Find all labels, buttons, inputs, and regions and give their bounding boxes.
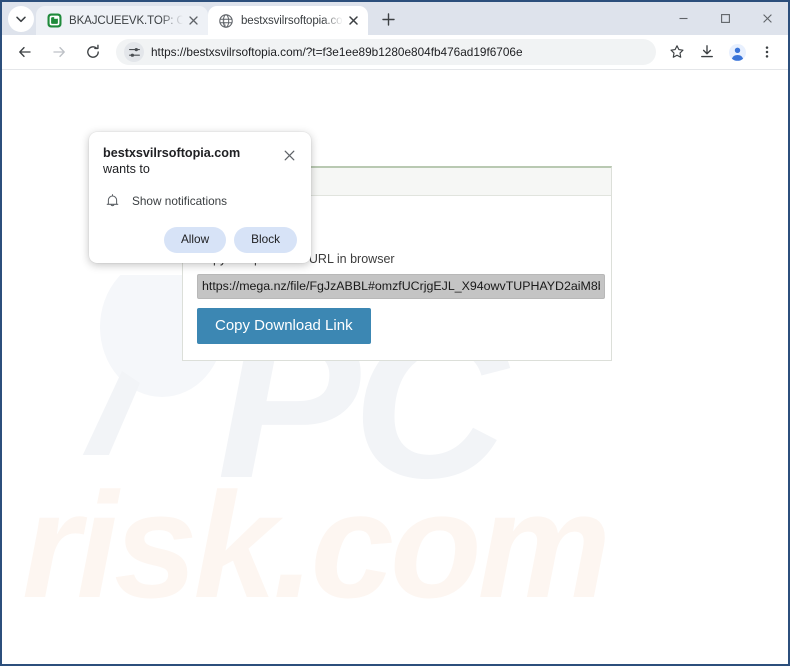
window-controls [662,2,788,35]
tune-icon [128,47,140,57]
person-icon [728,43,746,61]
downloads-button[interactable] [693,38,721,66]
permission-title-suffix: wants to [103,161,150,176]
close-icon [189,16,198,25]
close-icon [762,14,772,23]
permission-title: bestxsvilrsoftopia.com wants to [103,146,281,177]
tab-title: BKAJCUEEVK.TOP: Crypto Casin [69,14,183,27]
tab-title: bestxsvilrsoftopia.com/?t=f3e1e [241,14,343,27]
tab-close-button[interactable] [185,12,202,29]
more-vertical-icon [765,46,769,58]
profile-avatar[interactable] [723,38,751,66]
chrome-menu-button[interactable] [753,38,781,66]
tab-bestxsvilrsoftopia[interactable]: bestxsvilrsoftopia.com/?t=f3e1e [208,6,368,35]
back-button[interactable] [11,38,39,66]
window-maximize-button[interactable] [704,2,746,35]
permission-option-row: Show notifications [103,192,297,210]
copy-download-link-button[interactable]: Copy Download Link [197,307,371,344]
bookmark-button[interactable] [663,38,691,66]
browser-toolbar: https://bestxsvilrsoftopia.com/?t=f3e1ee… [2,35,788,70]
maximize-icon [720,14,730,23]
permission-actions: Allow Block [103,227,297,254]
permission-title-row: bestxsvilrsoftopia.com wants to [103,146,297,177]
tab-close-button[interactable] [345,12,362,29]
download-url-input[interactable] [197,273,605,299]
close-icon [284,150,294,160]
tab-search-button[interactable] [8,6,34,32]
permission-option-label: Show notifications [132,194,228,209]
notification-permission-dialog: bestxsvilrsoftopia.com wants to Show not… [89,132,311,264]
permission-origin: bestxsvilrsoftopia.com [103,146,241,160]
forward-button[interactable] [45,38,73,66]
green-square-c-icon [46,13,62,29]
plus-icon [381,12,395,26]
minimize-icon [679,17,687,20]
url-text: https://bestxsvilrsoftopia.com/?t=f3e1ee… [151,45,523,59]
site-settings-icon[interactable] [124,42,144,62]
tab-crypto-casino[interactable]: BKAJCUEEVK.TOP: Crypto Casin [36,6,208,35]
star-icon [670,45,684,58]
page-viewport: PC risk.com y... s: 2025 Copy and paste … [2,70,788,664]
address-bar[interactable]: https://bestxsvilrsoftopia.com/?t=f3e1ee… [116,39,656,65]
arrow-right-icon [53,46,65,58]
window-minimize-button[interactable] [662,2,704,35]
watermark-secondary-text: risk.com [22,461,611,629]
close-icon [349,16,358,25]
reload-icon [87,44,99,58]
window-close-button[interactable] [746,2,788,35]
browser-window: BKAJCUEEVK.TOP: Crypto Casin bestxsvilrs… [0,0,790,666]
tab-strip: BKAJCUEEVK.TOP: Crypto Casin bestxsvilrs… [2,2,788,35]
globe-icon [218,13,234,29]
block-button[interactable]: Block [234,227,297,254]
arrow-left-icon [19,46,31,58]
toolbar-actions [662,38,782,66]
reload-button[interactable] [79,38,107,66]
permission-close-button[interactable] [281,147,297,163]
bell-icon [103,192,121,210]
chevron-down-icon [16,16,26,23]
new-tab-button[interactable] [374,5,402,33]
download-icon [701,45,713,58]
allow-button[interactable]: Allow [163,227,227,254]
